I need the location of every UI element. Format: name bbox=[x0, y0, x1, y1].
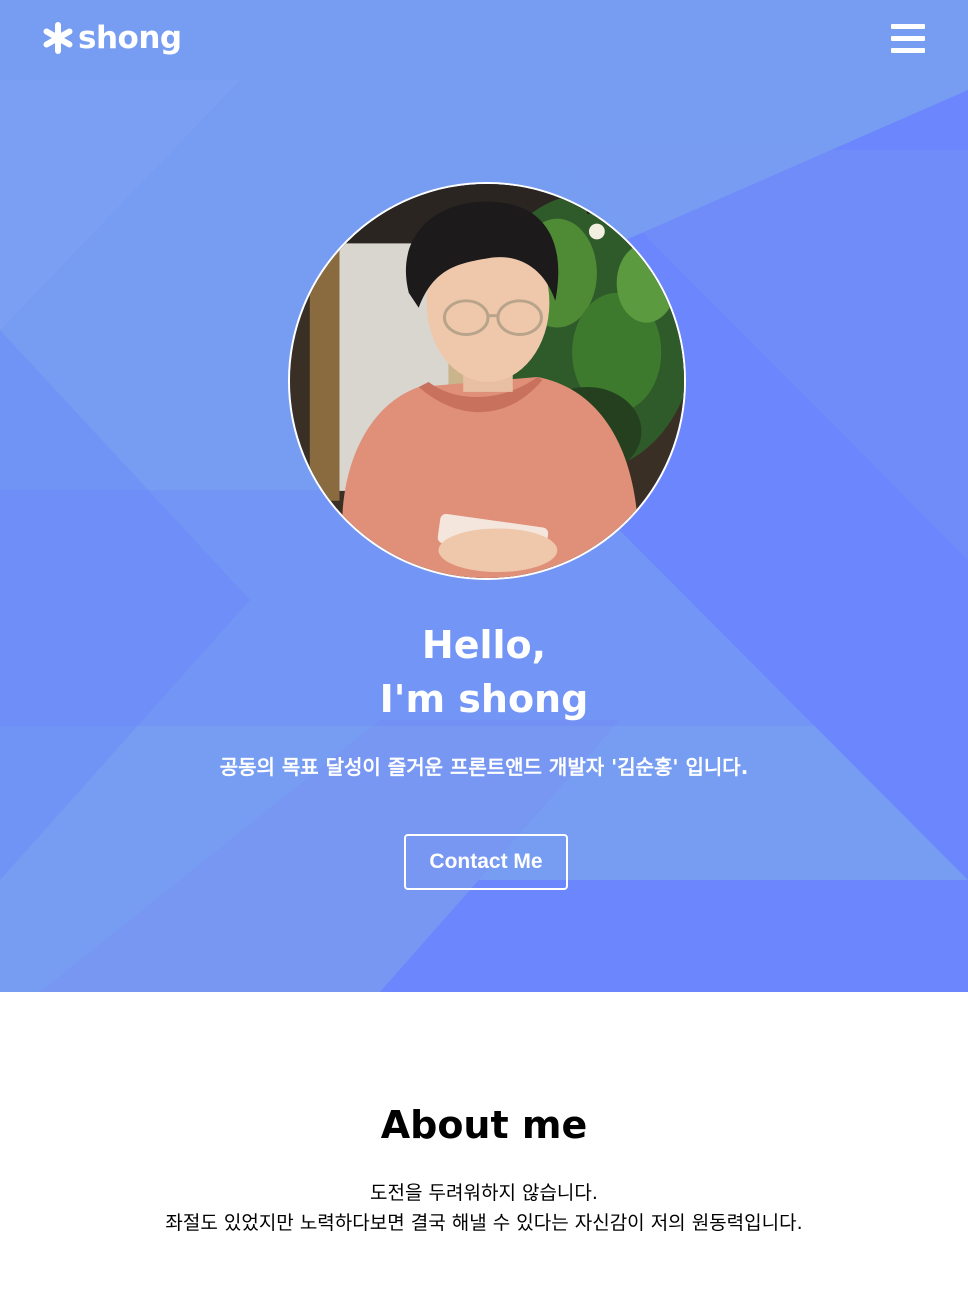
hero-title-line2: I'm shong bbox=[379, 677, 589, 721]
hero-subtitle: 공동의 목표 달성이 즐거운 프론트앤드 개발자 '김순홍' 입니다. bbox=[219, 755, 749, 779]
about-description: 도전을 두려워하지 않습니다. 좌절도 있었지만 노력하다보면 결국 해낼 수 … bbox=[0, 1178, 968, 1238]
hamburger-menu-icon-bar bbox=[891, 48, 925, 53]
about-title: About me bbox=[380, 1103, 588, 1147]
hamburger-menu-icon-bar bbox=[891, 36, 925, 41]
logo-text: shong bbox=[78, 20, 182, 56]
profile-photo bbox=[290, 184, 684, 578]
hero-title-line1: Hello, bbox=[421, 623, 547, 667]
about-section: About me 도전을 두려워하지 않습니다. 좌절도 있었지만 노력하다보면… bbox=[0, 992, 968, 1300]
hamburger-menu-button[interactable] bbox=[889, 22, 927, 56]
hero-title: Hello, I'm shong bbox=[0, 618, 968, 726]
asterisk-icon bbox=[43, 22, 73, 54]
contact-me-button[interactable]: Contact Me bbox=[404, 834, 568, 890]
hamburger-menu-icon bbox=[891, 24, 925, 29]
about-line-2: 좌절도 있었지만 노력하다보면 결국 해낼 수 있다는 자신감이 저의 원동력입… bbox=[165, 1212, 803, 1234]
hero-section: shong Hello, I'm shong 공동의 목표 달성이 즐거운 프론… bbox=[0, 0, 968, 992]
about-line-1: 도전을 두려워하지 않습니다. bbox=[370, 1182, 598, 1204]
top-navbar: shong bbox=[0, 0, 968, 80]
profile-avatar bbox=[288, 182, 686, 580]
logo-link[interactable]: shong bbox=[42, 18, 182, 58]
